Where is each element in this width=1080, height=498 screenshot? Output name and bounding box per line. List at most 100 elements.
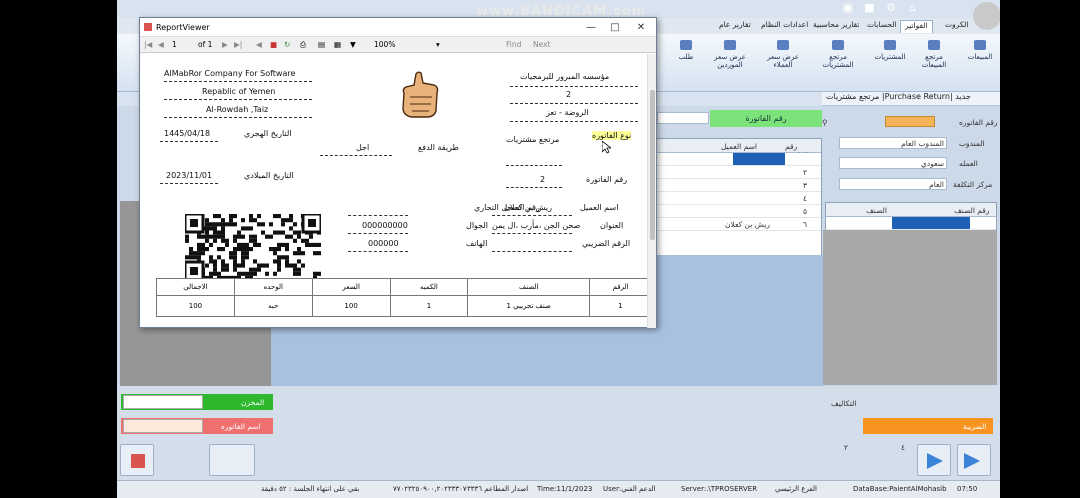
cost-center-field[interactable]: العام — [839, 178, 947, 190]
table-row[interactable]: ٦ ريش بن كعلان — [653, 218, 821, 231]
cancel-button[interactable] — [209, 444, 255, 476]
invoice-no-field[interactable] — [885, 116, 935, 127]
export-icon[interactable]: ▼ — [350, 40, 356, 49]
screen: www.BANDICAM.com ▣ ■ ⚙ ⌂ الكروت الفواتير… — [0, 0, 1080, 498]
purchase-icon — [884, 40, 896, 50]
report-viewer-title: ReportViewer — [156, 23, 210, 32]
maximize-button[interactable]: □ — [602, 18, 628, 37]
tab-cards[interactable]: الكروت — [941, 20, 972, 33]
customer-quote-button[interactable]: عرض سعر العملاء — [762, 40, 804, 69]
sales-button[interactable]: المبيعات — [959, 40, 1000, 61]
table-row[interactable]: ٥ — [653, 205, 821, 218]
sort-arrows[interactable] — [123, 395, 203, 409]
layout-icon[interactable]: ▤ — [318, 40, 325, 49]
zoom-dropdown-icon[interactable]: ▾ — [436, 40, 440, 49]
tax-bar[interactable]: الضريبة — [863, 418, 993, 434]
close-button[interactable]: ✕ — [628, 18, 654, 37]
last-button[interactable] — [957, 444, 991, 476]
page-count: of 1 — [198, 40, 213, 49]
system-tray: ▣ ■ ⚙ ⌂ — [839, 1, 922, 17]
purchases-button[interactable]: المشتريات — [869, 40, 911, 61]
refresh-icon[interactable]: ↻ — [284, 40, 290, 49]
sales-return-button[interactable]: مرتجع المبيعات — [913, 40, 955, 69]
print-icon[interactable]: ⎙ — [300, 40, 306, 50]
tab-accounting-reports[interactable]: تقارير محاسبية — [809, 20, 863, 33]
items-table: الاجمالي الوحده السعر الكميه الصنف الرقم… — [156, 278, 652, 317]
tab-accounts[interactable]: الحسابات — [863, 20, 901, 33]
document-type: مرتجع مشتريات — [506, 135, 560, 144]
search-icon[interactable]: ⚲ — [822, 118, 828, 127]
user-avatar[interactable] — [973, 2, 1000, 30]
supplier-quote-icon — [724, 40, 736, 50]
delete-button[interactable] — [120, 444, 154, 476]
delegate-field[interactable]: المندوب العام — [839, 137, 947, 149]
report-page: AlMabRor Company For Software Repablic o… — [148, 57, 652, 319]
order-icon — [680, 40, 692, 50]
gregorian-date-value: 2023/11/01 — [166, 171, 213, 180]
cost-center-label: مركز التكلفة — [953, 180, 993, 189]
grid-header: رقم الفاتورة اسم العميل — [653, 139, 821, 160]
supplier-quote-button[interactable]: عرض سعر الموردين — [709, 40, 751, 69]
delete-icon[interactable]: ■ — [861, 1, 879, 14]
next-page-icon[interactable]: ▶ — [222, 40, 228, 49]
minimize-button[interactable]: — — [578, 18, 604, 37]
invoice-number-header: رقم الفاتورة — [710, 110, 822, 127]
prev-page-icon[interactable]: ◀ — [158, 40, 164, 49]
sort-arrows[interactable] — [123, 419, 203, 433]
currency-field[interactable]: سعودي — [839, 157, 947, 169]
order-button[interactable]: طلب — [665, 40, 707, 61]
items-grid[interactable]: رقم الصنف الصنف — [825, 202, 997, 232]
back-icon[interactable]: ◀ — [256, 40, 262, 49]
tab-invoices[interactable]: الفواتير — [900, 20, 933, 33]
find-link[interactable]: Find — [506, 40, 521, 49]
country-en: Repablic of Yemen — [202, 87, 276, 96]
tab-system-settings[interactable]: اعدادات النظام — [757, 20, 812, 33]
invoice-number-input[interactable] — [657, 112, 709, 124]
company-name-en: AlMabRor Company For Software — [164, 69, 296, 78]
invoice-grid[interactable]: رقم الفاتورة اسم العميل ١ ٢ ٣ ٤ ٥ ٦ريش ب… — [652, 138, 822, 256]
table-row: 100 حبه 100 1 صنف تجريبي 1 1 — [156, 295, 652, 317]
last-page-icon[interactable]: ▶| — [234, 40, 242, 49]
payment-method-value: اجل — [356, 143, 370, 152]
tax-number-label: الرقم الضريبي — [582, 239, 631, 248]
table-row[interactable]: ٤ — [653, 192, 821, 205]
table-row[interactable]: ١ — [653, 153, 821, 166]
items-grid-header: رقم الصنف الصنف — [826, 203, 996, 217]
settings-icon[interactable]: ⚙ — [882, 1, 900, 14]
stop-icon[interactable]: ■ — [270, 40, 277, 49]
qr-code-image — [185, 214, 321, 280]
first-page-icon[interactable]: |◀ — [144, 40, 152, 49]
payment-method-label: طريقة الدفع — [418, 143, 459, 152]
invoice-name-bar[interactable]: اسم الفاتوره — [121, 418, 273, 434]
table-row[interactable]: ٣ — [653, 179, 821, 192]
delete-icon — [131, 454, 145, 468]
page-setup-icon[interactable]: ▦ — [334, 40, 341, 49]
page-number-input[interactable]: 1 — [172, 40, 177, 49]
address-label: العنوان — [600, 221, 624, 230]
city-en: Al-Rowdah ,Taiz — [206, 105, 269, 114]
customer-name-label: اسم العميل — [580, 203, 619, 212]
table-row[interactable] — [826, 217, 996, 230]
scrollbar-thumb[interactable] — [650, 90, 655, 240]
invoice-type-label: نوع الفاتوره — [592, 131, 632, 140]
next-button[interactable] — [917, 444, 951, 476]
mobile-value: 000000000 — [362, 221, 408, 230]
purchase-return-button[interactable]: مرتجع المشتريات — [817, 40, 859, 69]
tab-general-reports[interactable]: تقارير عام — [715, 20, 755, 33]
next-link[interactable]: Next — [533, 40, 550, 49]
warehouse-bar[interactable]: المخزن — [121, 394, 273, 410]
invoice-number-label: رقم الفاتورة — [586, 175, 628, 184]
report-viewer-window[interactable]: ReportViewer — □ ✕ |◀ ◀ 1 of 1 ▶ ▶| ◀ ■ … — [139, 17, 657, 328]
gregorian-date-label: التاريخ الميلادي — [244, 171, 294, 180]
report-scrollbar[interactable] — [647, 54, 656, 328]
home-icon[interactable]: ⌂ — [904, 1, 922, 14]
last-icon — [964, 453, 980, 469]
return-icon — [928, 40, 940, 50]
zoom-select[interactable]: 100% — [374, 40, 395, 49]
phone-value: 000000 — [368, 239, 399, 248]
report-viewer-titlebar[interactable]: ReportViewer — □ ✕ — [140, 18, 656, 37]
date-text: Time:11/1/2023 — [537, 485, 593, 493]
company-name-ar: مؤسسه المبرور للبرمجيات — [520, 72, 610, 81]
table-row[interactable]: ٢ — [653, 166, 821, 179]
camera-icon[interactable]: ▣ — [839, 1, 857, 14]
